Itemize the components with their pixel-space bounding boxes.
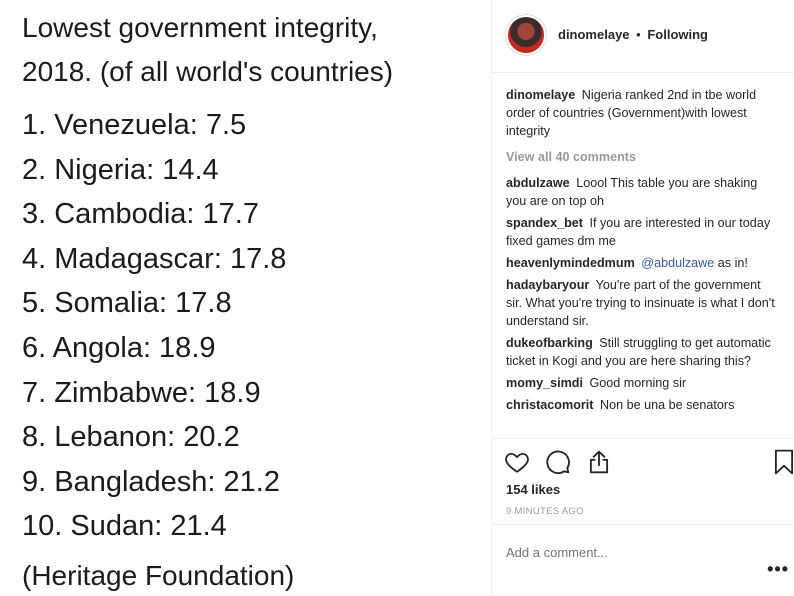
ranking-row: 4. Madagascar: 17.8 [22,242,287,275]
ranking-row: 3. Cambodia: 17.7 [22,198,259,231]
post-timestamp[interactable]: 9 MINUTES AGO [506,506,584,517]
ranking-row: 9. Bangladesh: 21.2 [22,465,280,498]
following-button[interactable]: Following [647,27,708,42]
comment-username-link[interactable]: christacomorit [506,398,593,412]
comment: momy_simdi Good morning sir [506,374,776,392]
header-username-link[interactable]: dinomelaye [558,27,630,42]
comment-text: as in! [717,256,748,270]
comments-list[interactable]: dinomelaye Nigeria ranked 2nd in tbe wor… [506,86,776,438]
header-user: dinomelaye • Following [558,27,708,42]
image-title-line-1: Lowest government integrity, [22,12,378,43]
add-comment-section: ••• [492,524,794,596]
separator-dot: • [636,27,641,42]
post-header: dinomelaye • Following [492,0,794,73]
heart-icon[interactable] [504,449,530,475]
comment-text: Non be una be senators [599,398,735,412]
post-side-panel: dinomelaye • Following dinomelaye Nigeri… [491,0,794,596]
comment-username-link[interactable]: abdulzawe [506,176,570,190]
comment-username-link[interactable]: momy_simdi [506,376,583,390]
comment: hadaybaryour You're part of the governme… [506,276,776,330]
ranking-list: 1. Venezuela: 7.5 2. Nigeria: 14.4 3. Ca… [22,103,286,549]
comment: dukeofbarking Still struggling to get au… [506,334,776,370]
share-icon[interactable] [586,449,612,475]
more-options-icon[interactable]: ••• [767,559,789,580]
comment: christacomorit Non be una be senators [506,396,776,414]
post-actions: 154 likes 9 MINUTES AGO [492,438,794,524]
ranking-row: 8. Lebanon: 20.2 [22,421,240,454]
ranking-row: 1. Venezuela: 7.5 [22,109,247,141]
add-comment-input[interactable] [506,545,736,560]
ranking-row: 2. Nigeria: 14.4 [22,153,219,186]
image-title-line-2: 2018. (of all world's countries) [22,56,394,87]
comment-username-link[interactable]: hadaybaryour [506,278,589,292]
comment: heavenlymindedmum @abdulzawe as in! [506,254,776,272]
comment-username-link[interactable]: dukeofbarking [506,336,593,350]
caption-username-link[interactable]: dinomelaye [506,88,575,102]
ranking-row: 6. Angola: 18.9 [22,331,216,364]
bookmark-icon[interactable] [771,449,794,475]
comment-text: Good morning sir [589,376,687,390]
ranking-row: 5. Somalia: 17.8 [22,287,232,320]
ranking-row: 7. Zimbabwe: 18.9 [22,376,261,409]
image-title: Lowest government integrity, 2018. (of a… [22,6,492,94]
comment: abdulzawe Loool This table you are shaki… [506,174,776,210]
comment-username-link[interactable]: spandex_bet [506,216,583,230]
post-image: Lowest government integrity, 2018. (of a… [0,0,491,596]
comment: spandex_bet If you are interested in our… [506,214,776,250]
caption: dinomelaye Nigeria ranked 2nd in tbe wor… [506,86,776,140]
comment-mention-link[interactable]: @abdulzawe [641,256,714,270]
ranking-row: 10. Sudan: 21.4 [22,510,227,543]
comment-icon[interactable] [545,449,571,475]
image-source: (Heritage Foundation) [22,560,295,591]
view-all-comments-link[interactable]: View all 40 comments [506,148,776,166]
likes-count[interactable]: 154 likes [506,482,560,497]
comment-username-link[interactable]: heavenlymindedmum [506,256,635,270]
avatar[interactable] [506,15,546,55]
